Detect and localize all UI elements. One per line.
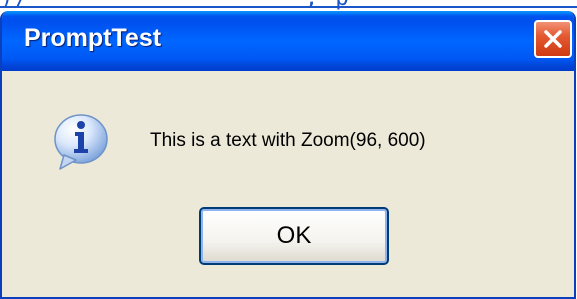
screen: )/ , p ) PromptTest [0,0,577,299]
dialog-message: This is a text with Zoom(96, 600) [150,130,426,151]
info-icon [50,111,112,173]
close-button[interactable] [534,20,572,58]
message-dialog: PromptTest This is a text with Zoom(96, … [0,11,576,299]
dialog-title: PromptTest [24,24,162,52]
ok-button[interactable]: OK [199,207,389,265]
title-bar[interactable]: PromptTest [2,11,574,71]
close-icon [544,30,562,48]
